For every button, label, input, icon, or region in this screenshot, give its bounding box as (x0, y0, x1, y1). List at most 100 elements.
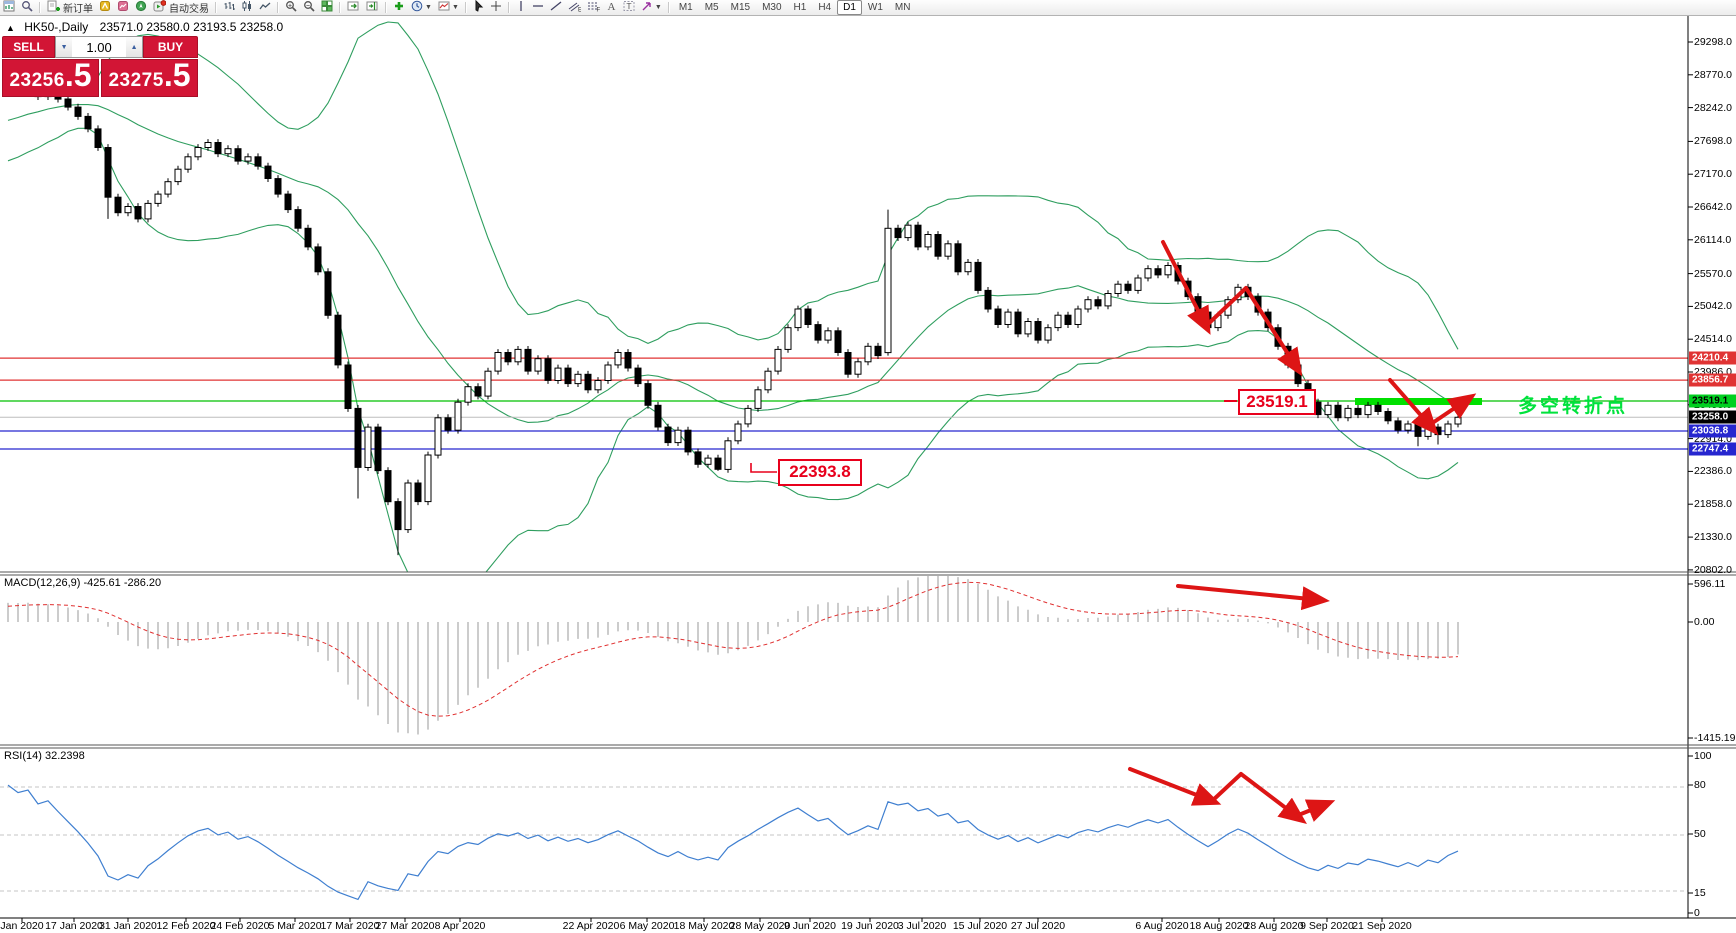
buy-button[interactable]: BUY (143, 36, 198, 58)
price-axis-tick: 20802.0 (1694, 563, 1732, 576)
text-icon: A (606, 0, 617, 15)
new-order-button-label: 新订单 (63, 4, 93, 15)
price-tag: 24210.4 (1689, 351, 1736, 365)
price-tag: 22747.4 (1689, 442, 1736, 456)
toolbar-separator (39, 2, 41, 13)
timeframe-d1-button[interactable]: D1 (837, 0, 862, 15)
turning-point-annotation[interactable]: 多空转折点 (1518, 391, 1628, 418)
svg-text:E: E (578, 8, 581, 13)
text-label-button[interactable]: T (620, 1, 638, 14)
support-price-label[interactable]: 22393.8 (778, 459, 862, 486)
macd-signal-line (7, 581, 1459, 717)
indicators-button[interactable] (390, 1, 408, 14)
cursor-button[interactable] (470, 0, 487, 14)
volume-decrease-button[interactable]: ▼ (56, 37, 73, 57)
volume-input[interactable] (72, 37, 127, 57)
top-toolbar: 新订单 自动交易 + − ▼ ▼ E F A T ▼ M1 M5 M15 M30 H1 H4 D1 W1 MN (0, 0, 1736, 16)
chart-shift-icon (366, 0, 379, 15)
tile-windows-button[interactable] (318, 0, 336, 14)
timeframe-mn-button[interactable]: MN (889, 0, 917, 15)
text-button[interactable]: A (603, 1, 620, 14)
svg-text:A: A (607, 1, 615, 12)
timeframe-h1-button[interactable]: H1 (788, 0, 813, 15)
price-pane (0, 21, 1688, 572)
auto-scroll-button[interactable] (344, 1, 363, 14)
chart-canvas[interactable] (0, 0, 1736, 933)
autotrading-icon (153, 0, 167, 16)
volume-increase-button[interactable]: ▲ (126, 37, 143, 57)
navigator-icon (135, 0, 147, 15)
new-order-button[interactable]: 新订单 (44, 0, 96, 16)
rsi-axis-tick: 80 (1694, 779, 1706, 791)
zoom-out-button[interactable]: − (300, 1, 318, 14)
collapse-trade-panel-icon[interactable]: ▲ (6, 23, 15, 33)
red-annotation-arrow (1239, 772, 1307, 825)
resistance-price-label[interactable]: 23519.1 (1238, 389, 1316, 415)
fibonacci-button[interactable]: F (584, 1, 603, 14)
navigator-button[interactable] (132, 0, 150, 15)
timeframe-m5-button[interactable]: M5 (699, 0, 725, 15)
timeframe-h4-button[interactable]: H4 (812, 0, 837, 15)
bar-chart-icon (223, 0, 235, 15)
macd-axis-tick: 596.11 (1694, 578, 1726, 590)
timeframe-m1-button[interactable]: M1 (673, 0, 699, 15)
chart-window-button[interactable] (0, 0, 18, 14)
fibonacci-icon: F (587, 0, 600, 15)
zoom-in-button[interactable]: + (282, 1, 300, 14)
candlestick-button[interactable] (238, 1, 256, 14)
red-annotation-arrow (1161, 240, 1211, 335)
dropdown-caret-icon: ▼ (425, 4, 432, 11)
market-watch-icon (117, 0, 129, 15)
toolbar-separator (507, 2, 510, 13)
price-tag: 23258.0 (1689, 410, 1736, 424)
metaeditor-button[interactable] (96, 1, 114, 14)
timeframe-m30-button[interactable]: M30 (756, 0, 787, 15)
red-annotation-arrow (1244, 286, 1303, 377)
price-axis-tick: 25570.0 (1694, 267, 1732, 280)
svg-text:−: − (306, 2, 310, 9)
hline-icon (532, 0, 544, 15)
macd-label: MACD(12,26,9) -425.61 -286.20 (4, 577, 162, 589)
channel-button[interactable]: E (565, 1, 584, 14)
buy-price-panel[interactable]: 23275 .5 (101, 59, 198, 97)
candlestick-icon (241, 0, 253, 15)
rsi-pane (0, 784, 1688, 901)
chart-symbol-period: HK50-,Daily (24, 20, 89, 34)
templates-button[interactable]: ▼ (435, 1, 462, 14)
horizontal-line-button[interactable] (529, 1, 547, 14)
svg-text:T: T (626, 1, 631, 11)
dropdown-caret-icon: ▼ (451, 4, 459, 11)
price-tag: 23036.8 (1689, 424, 1736, 438)
price-axis-tick: 25042.0 (1694, 300, 1732, 313)
trendline-button[interactable] (547, 1, 565, 14)
periods-icon (411, 0, 423, 15)
vline-icon (516, 0, 526, 15)
price-axis-tick: 27698.0 (1694, 135, 1732, 148)
vertical-line-button[interactable] (513, 1, 529, 14)
arrows-button[interactable]: ▼ (638, 1, 665, 14)
sell-price-panel[interactable]: 23256 .5 (2, 59, 99, 97)
toolbar-separator (667, 2, 670, 13)
new-order-icon (47, 0, 60, 16)
chart-title: ▲ HK50-,Daily 23571.0 23580.0 23193.5 23… (6, 20, 283, 34)
line-chart-icon (259, 0, 271, 15)
chart-shift-button[interactable] (363, 1, 382, 14)
data-window-button[interactable] (18, 1, 36, 14)
sell-button[interactable]: SELL (2, 36, 56, 58)
red-annotation-arrow (1210, 772, 1243, 803)
price-axis-tick: 21330.0 (1694, 531, 1732, 544)
bar-chart-button[interactable] (220, 1, 238, 14)
autotrading-button[interactable]: 自动交易 (150, 0, 212, 16)
timeframe-w1-button[interactable]: W1 (862, 0, 889, 15)
crosshair-button[interactable] (487, 1, 505, 14)
price-axis-tick: 28242.0 (1694, 101, 1732, 114)
timeframe-m15-button[interactable]: M15 (725, 0, 756, 15)
time-axis-label: 8 Apr 2020 (434, 920, 486, 932)
line-chart-button[interactable] (256, 1, 274, 14)
shapes-icon (641, 0, 653, 15)
periods-button[interactable]: ▼ (408, 0, 435, 15)
support-label-connector (750, 463, 777, 473)
autotrading-button-label: 自动交易 (169, 4, 209, 15)
market-watch-button[interactable] (114, 1, 132, 14)
price-axis-tick: 21858.0 (1694, 498, 1732, 511)
